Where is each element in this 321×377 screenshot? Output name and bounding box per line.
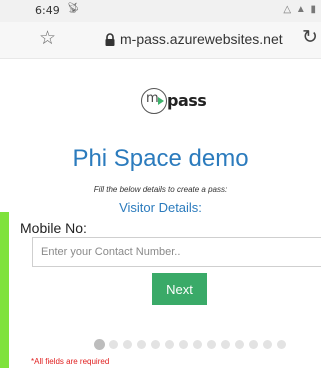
progress-dot <box>123 340 132 350</box>
progress-dot-active <box>94 339 105 351</box>
mobile-input[interactable] <box>32 237 321 267</box>
progress-dot <box>207 340 216 350</box>
progress-dot <box>193 340 202 350</box>
reload-icon[interactable]: ↻ <box>302 28 318 48</box>
mobile-label: Mobile No: <box>20 220 87 236</box>
mpass-logo: m pass <box>141 83 211 121</box>
logo-wordmark: pass <box>167 91 207 110</box>
cast-icon: 📡︎ <box>67 3 80 14</box>
signal-battery-icon: △ ▲ ▮ <box>283 4 317 15</box>
page-title: Phi Space demo <box>72 145 249 172</box>
lock-icon <box>105 33 115 46</box>
progress-dot <box>151 340 160 350</box>
progress-dot <box>165 340 174 350</box>
progress-dot <box>249 340 258 350</box>
section-heading: Visitor Details: <box>119 200 202 215</box>
progress-dot <box>109 340 118 350</box>
progress-dot <box>263 340 272 350</box>
status-time: 6:49 <box>35 4 60 17</box>
progress-dots <box>94 336 291 351</box>
progress-dot <box>221 340 230 350</box>
required-note: *All fields are required <box>31 357 110 366</box>
next-button[interactable]: Next <box>152 273 207 305</box>
side-accent-strip <box>0 212 9 368</box>
progress-dot <box>235 340 244 350</box>
progress-dot <box>179 340 188 350</box>
progress-dot <box>137 340 146 350</box>
url-text[interactable]: m-pass.azurewebsites.net <box>120 31 283 47</box>
status-bar: 6:49 📡︎ △ ▲ ▮ <box>0 0 321 22</box>
form-subtitle: Fill the below details to create a pass: <box>93 185 228 194</box>
logo-arrow-icon <box>158 97 164 105</box>
star-outline-icon[interactable]: ☆ <box>39 29 56 49</box>
progress-dot <box>277 340 286 350</box>
logo-letter: m <box>146 91 159 106</box>
browser-address-bar: ☆ m-pass.azurewebsites.net ↻ <box>0 22 321 59</box>
